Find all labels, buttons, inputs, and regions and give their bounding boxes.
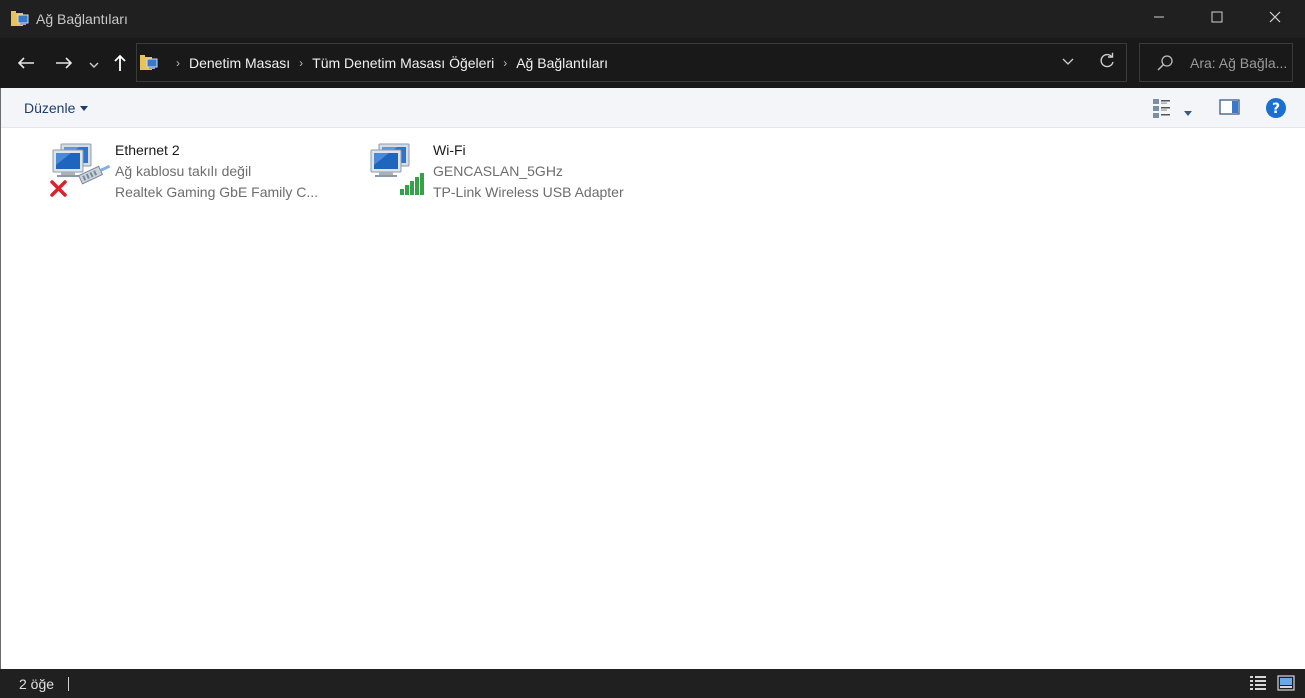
forward-button[interactable] xyxy=(52,52,76,78)
breadcrumb-all-items[interactable]: Tüm Denetim Masası Öğeleri xyxy=(312,55,494,71)
caret-down-icon xyxy=(1184,111,1192,116)
organize-label: Düzenle xyxy=(24,100,76,116)
breadcrumb-control-panel[interactable]: Denetim Masası xyxy=(189,55,290,71)
minimize-button[interactable] xyxy=(1130,0,1188,38)
breadcrumb-network-connections[interactable]: Ağ Bağlantıları xyxy=(516,55,608,71)
up-button[interactable] xyxy=(110,52,130,78)
connection-device: TP-Link Wireless USB Adapter xyxy=(433,184,624,200)
search-box[interactable]: Ara: Ağ Bağla... xyxy=(1139,43,1293,82)
control-panel-network-icon xyxy=(139,53,159,73)
ethernet-disconnected-icon xyxy=(49,140,111,202)
preview-pane-icon xyxy=(1219,99,1240,115)
list-item-ethernet[interactable]: Ethernet 2 Ağ kablosu takılı değil Realt… xyxy=(49,138,349,208)
connection-name: Wi-Fi xyxy=(433,142,466,158)
view-options-icon xyxy=(1153,99,1170,118)
refresh-icon xyxy=(1100,52,1114,68)
status-divider xyxy=(68,677,69,691)
caret-down-icon xyxy=(80,105,89,111)
arrow-up-icon xyxy=(113,54,127,77)
large-icons-view-icon xyxy=(1277,675,1295,691)
address-history-button[interactable] xyxy=(1062,54,1074,72)
connection-status: Ağ kablosu takılı değil xyxy=(115,163,252,179)
window-title: Ağ Bağlantıları xyxy=(36,11,128,27)
connection-device: Realtek Gaming GbE Family C... xyxy=(115,184,319,200)
chevron-down-icon xyxy=(89,56,99,74)
title-bar: Ağ Bağlantıları xyxy=(0,0,1305,38)
arrow-right-icon xyxy=(55,56,73,75)
minimize-icon xyxy=(1153,10,1165,28)
maximize-button[interactable] xyxy=(1188,0,1246,38)
chevron-right-icon[interactable]: › xyxy=(299,56,303,70)
svg-text:?: ? xyxy=(1272,101,1280,117)
address-bar[interactable]: › Denetim Masası › Tüm Denetim Masası Öğ… xyxy=(136,43,1127,82)
status-bar: 2 öğe xyxy=(0,669,1305,698)
wifi-signal-icon xyxy=(367,140,429,202)
breadcrumb: › Denetim Masası › Tüm Denetim Masası Öğ… xyxy=(167,44,608,81)
close-button[interactable] xyxy=(1246,0,1304,38)
details-view-button[interactable] xyxy=(1249,675,1267,696)
refresh-button[interactable] xyxy=(1098,52,1116,75)
recent-locations-button[interactable] xyxy=(86,52,102,78)
chevron-down-icon xyxy=(1062,58,1074,65)
large-icons-view-button[interactable] xyxy=(1277,675,1295,696)
back-button[interactable] xyxy=(14,52,38,78)
change-view-button[interactable] xyxy=(1152,97,1174,124)
connection-status: GENCASLAN_5GHz xyxy=(433,163,563,179)
close-icon xyxy=(1269,10,1281,28)
search-icon xyxy=(1156,54,1174,77)
chevron-right-icon[interactable]: › xyxy=(503,56,507,70)
connections-list: Ethernet 2 Ağ kablosu takılı değil Realt… xyxy=(1,128,1304,669)
help-icon: ? xyxy=(1266,98,1286,118)
command-bar: Düzenle ? xyxy=(0,88,1305,128)
connection-name: Ethernet 2 xyxy=(115,142,180,158)
list-item-wifi[interactable]: Wi-Fi GENCASLAN_5GHz TP-Link Wireless US… xyxy=(367,138,667,208)
network-folder-icon xyxy=(10,9,30,29)
view-dropdown-button[interactable] xyxy=(1183,104,1193,122)
organize-menu-button[interactable]: Düzenle xyxy=(24,100,89,116)
search-input[interactable]: Ara: Ağ Bağla... xyxy=(1190,55,1292,71)
details-view-icon xyxy=(1250,676,1266,690)
chevron-right-icon: › xyxy=(176,55,180,70)
help-button[interactable]: ? xyxy=(1265,97,1287,124)
item-count: 2 öğe xyxy=(19,676,55,692)
arrow-left-icon xyxy=(17,56,35,75)
maximize-icon xyxy=(1211,10,1223,28)
preview-pane-button[interactable] xyxy=(1219,98,1241,121)
